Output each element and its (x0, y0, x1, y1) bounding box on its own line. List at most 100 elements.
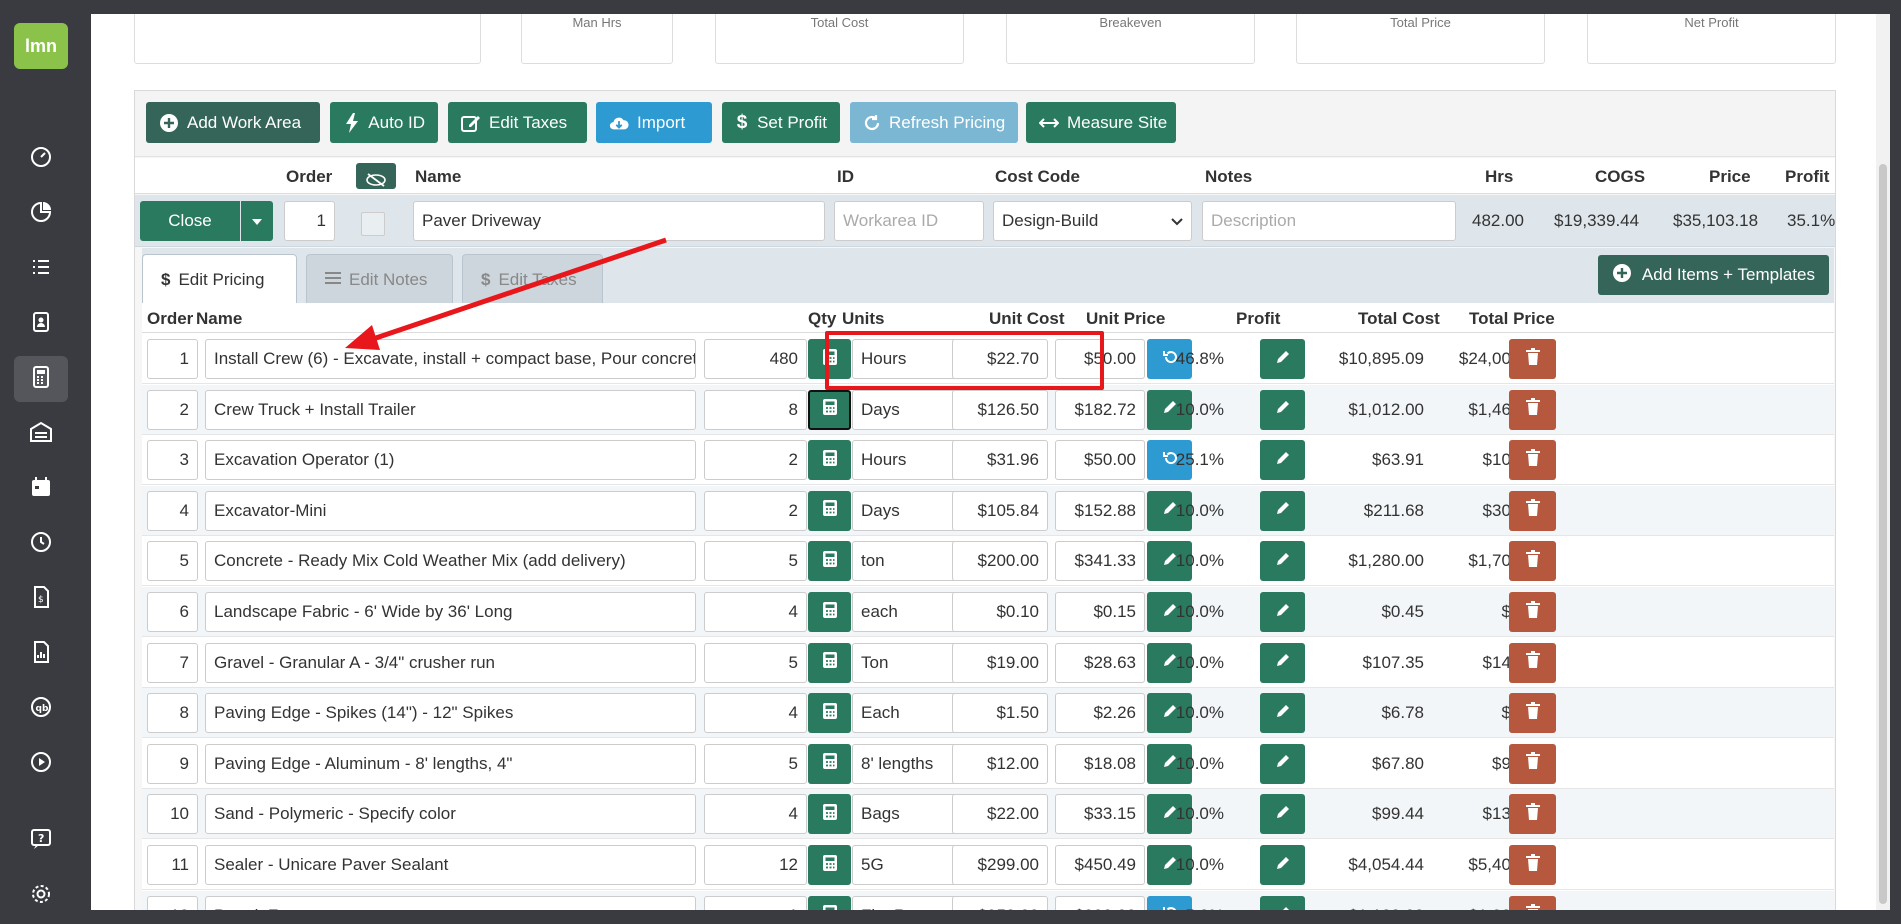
qty-calculator-button[interactable] (808, 693, 851, 734)
item-qty-input[interactable]: 4 (704, 592, 807, 632)
item-unit-price-input[interactable]: $18.08 (1055, 743, 1145, 784)
item-name-input[interactable]: Sand - Polymeric - Specify color (205, 794, 696, 835)
item-units-input[interactable]: ton (852, 541, 965, 582)
work-area-checkbox[interactable] (361, 212, 385, 236)
item-order-input[interactable]: 9 (147, 743, 198, 784)
item-name-input[interactable]: Install Crew (6) - Excavate, install + c… (205, 339, 696, 379)
delete-item-button[interactable] (1509, 592, 1556, 632)
item-order-input[interactable]: 12 (147, 895, 198, 910)
item-order-input[interactable]: 6 (147, 592, 198, 632)
delete-item-button[interactable] (1509, 743, 1556, 784)
item-name-input[interactable]: Concrete - Ready Mix Cold Weather Mix (a… (205, 541, 696, 582)
item-unit-price-input[interactable]: $50.00 (1055, 440, 1145, 481)
item-qty-input[interactable]: 12 (704, 845, 807, 885)
item-order-input[interactable]: 7 (147, 642, 198, 683)
edit-profit-button[interactable] (1260, 743, 1305, 784)
item-name-input[interactable]: Excavator-Mini (205, 490, 696, 531)
tab-edit-taxes[interactable]: $ Edit Taxes (462, 254, 603, 304)
delete-item-button[interactable] (1509, 895, 1556, 910)
qty-calculator-button[interactable] (808, 794, 851, 835)
item-qty-input[interactable]: 2 (704, 490, 807, 531)
item-order-input[interactable]: 10 (147, 794, 198, 835)
item-order-input[interactable]: 2 (147, 389, 198, 430)
item-units-input[interactable]: each (852, 592, 965, 632)
nav-chart-document[interactable] (14, 631, 68, 677)
delete-item-button[interactable] (1509, 642, 1556, 683)
delete-item-button[interactable] (1509, 440, 1556, 481)
import-button[interactable]: Import (596, 102, 712, 143)
work-area-notes-input[interactable]: Description (1202, 201, 1456, 241)
close-dropdown-toggle[interactable] (241, 201, 273, 241)
edit-profit-button[interactable] (1260, 541, 1305, 582)
delete-item-button[interactable] (1509, 339, 1556, 379)
edit-profit-button[interactable] (1260, 440, 1305, 481)
item-name-input[interactable]: Permit Fees (205, 895, 696, 910)
item-unit-cost-input[interactable]: $105.84 (952, 490, 1048, 531)
tab-edit-pricing[interactable]: $ Edit Pricing (142, 254, 297, 304)
item-unit-cost-input[interactable]: $12.00 (952, 743, 1048, 784)
item-order-input[interactable]: 4 (147, 490, 198, 531)
item-units-input[interactable]: Each (852, 693, 965, 734)
item-qty-input[interactable]: 4 (704, 794, 807, 835)
nav-quickbooks[interactable]: qb (14, 686, 68, 732)
delete-item-button[interactable] (1509, 541, 1556, 582)
work-area-name-input[interactable]: Paver Driveway (413, 201, 825, 241)
nav-settings[interactable] (14, 873, 68, 919)
edit-taxes-button[interactable]: Edit Taxes (448, 102, 587, 143)
item-order-input[interactable]: 1 (147, 339, 198, 379)
edit-profit-button[interactable] (1260, 845, 1305, 885)
item-qty-input[interactable]: 2 (704, 440, 807, 481)
nav-reports[interactable] (14, 191, 68, 237)
item-unit-cost-input[interactable]: $22.00 (952, 794, 1048, 835)
nav-invoice[interactable]: $ (14, 576, 68, 622)
item-name-input[interactable]: Excavation Operator (1) (205, 440, 696, 481)
qty-calculator-button[interactable] (808, 743, 851, 784)
item-unit-cost-input[interactable]: $126.50 (952, 389, 1048, 430)
qty-calculator-button[interactable] (808, 389, 851, 430)
set-profit-button[interactable]: $ Set Profit (722, 102, 840, 143)
edit-profit-button[interactable] (1260, 794, 1305, 835)
item-unit-cost-input[interactable]: $19.00 (952, 642, 1048, 683)
add-items-templates-button[interactable]: Add Items + Templates (1597, 255, 1829, 295)
item-qty-input[interactable]: 4 (704, 693, 807, 734)
auto-id-button[interactable]: Auto ID (330, 102, 438, 143)
nav-play[interactable] (14, 741, 68, 787)
item-unit-cost-input[interactable]: $1.50 (952, 693, 1048, 734)
item-units-input[interactable]: Flat Rate (852, 895, 965, 910)
item-name-input[interactable]: Crew Truck + Install Trailer (205, 389, 696, 430)
work-area-id-input[interactable]: Workarea ID (834, 201, 984, 241)
measure-site-button[interactable]: Measure Site (1026, 102, 1176, 143)
toggle-visibility-button[interactable] (356, 163, 396, 189)
item-name-input[interactable]: Landscape Fabric - 6' Wide by 36' Long (205, 592, 696, 632)
edit-profit-button[interactable] (1260, 490, 1305, 531)
item-unit-cost-input[interactable]: $950.00 (952, 895, 1048, 910)
delete-item-button[interactable] (1509, 389, 1556, 430)
edit-profit-button[interactable] (1260, 339, 1305, 379)
nav-dashboard[interactable] (14, 136, 68, 182)
item-name-input[interactable]: Paving Edge - Spikes (14") - 12" Spikes (205, 693, 696, 734)
item-name-input[interactable]: Sealer - Unicare Paver Sealant (205, 845, 696, 885)
item-unit-cost-input[interactable]: $200.00 (952, 541, 1048, 582)
close-button[interactable]: Close (140, 201, 240, 241)
nav-clock[interactable] (14, 521, 68, 567)
lmn-logo[interactable]: lmn (14, 23, 68, 69)
qty-calculator-button[interactable] (808, 642, 851, 683)
edit-profit-button[interactable] (1260, 592, 1305, 632)
tab-edit-notes[interactable]: Edit Notes (306, 254, 453, 304)
item-units-input[interactable]: Ton (852, 642, 965, 683)
item-unit-price-input[interactable]: $990.00 (1055, 895, 1145, 910)
item-order-input[interactable]: 11 (147, 845, 198, 885)
item-qty-input[interactable]: 1 (704, 895, 807, 910)
qty-calculator-button[interactable] (808, 490, 851, 531)
item-name-input[interactable]: Paving Edge - Aluminum - 8' lengths, 4" (205, 743, 696, 784)
item-units-input[interactable]: Bags (852, 794, 965, 835)
delete-item-button[interactable] (1509, 794, 1556, 835)
item-unit-price-input[interactable]: $28.63 (1055, 642, 1145, 683)
item-qty-input[interactable]: 5 (704, 541, 807, 582)
page-scrollbar[interactable] (1876, 14, 1890, 910)
qty-calculator-button[interactable] (808, 845, 851, 885)
item-units-input[interactable]: Hours (852, 440, 965, 481)
delete-item-button[interactable] (1509, 490, 1556, 531)
item-units-input[interactable]: Days (852, 389, 965, 430)
item-units-input[interactable]: 8' lengths (852, 743, 965, 784)
